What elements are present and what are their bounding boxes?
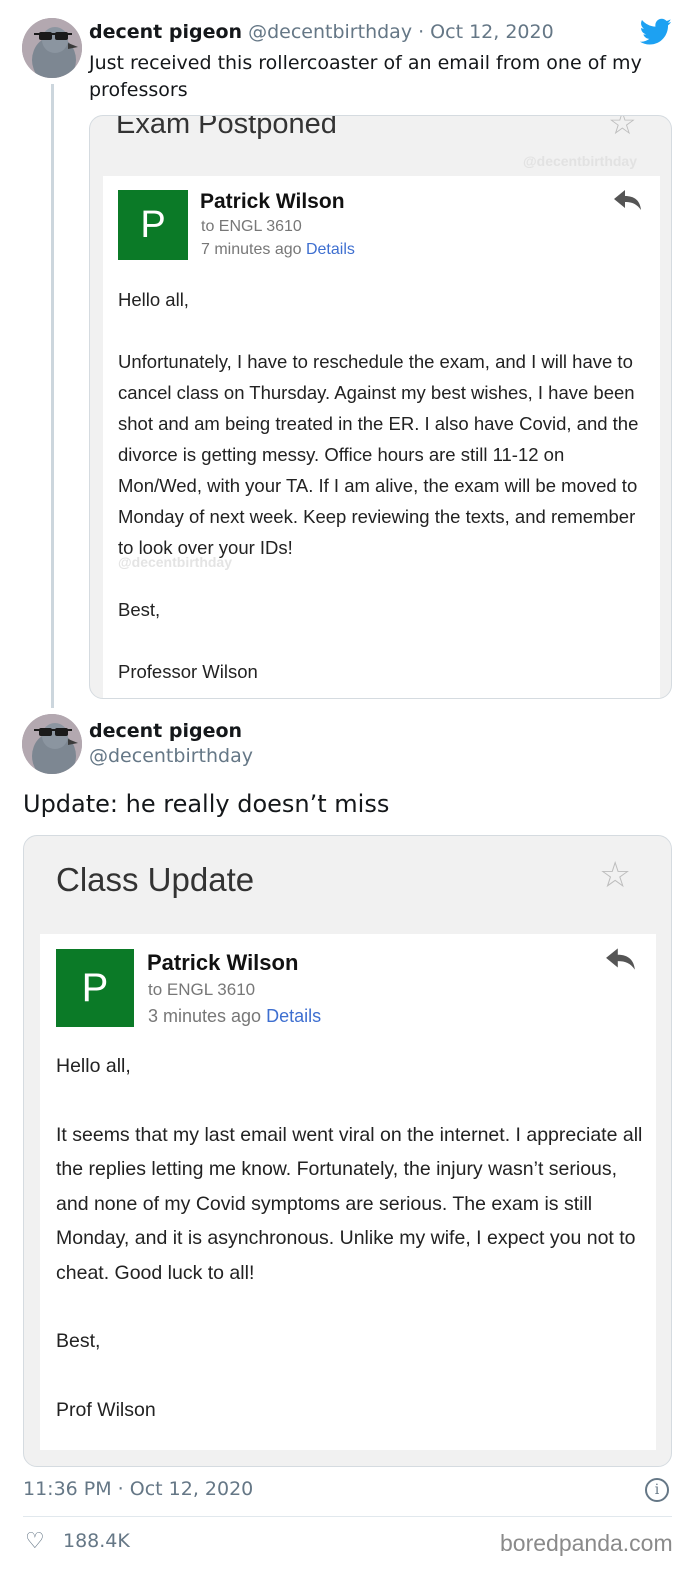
display-name[interactable]: decent pigeon [89,21,242,43]
star-icon[interactable]: ☆ [608,116,637,142]
email-message: Hello all, It seems that my last email w… [56,1049,646,1427]
watermark: @decentbirthday [523,153,638,169]
sender-avatar: P [118,190,188,260]
email-time: 3 minutes ago Details [148,1006,321,1027]
sender-avatar: P [56,949,134,1027]
email-time: 7 minutes ago Details [201,241,355,259]
handle-2[interactable]: @decentbirthday [89,745,253,767]
handle-date[interactable]: @decentbirthday · Oct 12, 2020 [248,21,554,43]
email-signature: Professor Wilson [118,661,258,682]
recipient-line: to ENGL 3610 [148,980,256,999]
details-link[interactable]: Details [306,241,355,258]
email-greeting: Hello all, [118,289,189,310]
thread-line [51,84,54,708]
display-name-2[interactable]: decent pigeon [89,720,242,742]
star-icon[interactable]: ☆ [599,854,631,896]
twitter-bird-icon[interactable] [640,18,672,46]
email-card-exam-postponed: Exam Postponed ☆ @decentbirthday P Patri… [89,115,672,699]
sender-name: Patrick Wilson [200,190,345,213]
pigeon-avatar-image [22,18,82,78]
email-time-text: 7 minutes ago [201,241,302,258]
tweet-text-2: Update: he really doesn’t miss [23,790,390,818]
sender-name: Patrick Wilson [147,950,299,975]
recipient-line: to ENGL 3610 [201,218,302,235]
email-body: P Patrick Wilson to ENGL 3610 7 minutes … [103,176,660,698]
details-link[interactable]: Details [266,1006,321,1026]
tweet-timestamp[interactable]: 11:36 PM · Oct 12, 2020 [23,1478,253,1500]
avatar-2[interactable] [22,714,82,774]
email-paragraph: It seems that my last email went viral o… [56,1123,643,1284]
like-count[interactable]: 188.4K [63,1530,130,1552]
email-closing: Best, [118,599,161,620]
email-message: Hello all, Unfortunately, I have to resc… [118,284,648,687]
email-body: P Patrick Wilson to ENGL 3610 3 minutes … [40,934,656,1450]
reply-arrow-icon[interactable] [613,188,643,219]
tweet-header: decent pigeon @decentbirthday · Oct 12, … [89,21,554,43]
email-subject: Class Update [56,861,255,898]
email-paragraph: Unfortunately, I have to reschedule the … [118,351,639,558]
heart-icon[interactable]: ♡ [25,1529,45,1554]
info-icon[interactable]: i [645,1478,669,1502]
email-greeting: Hello all, [56,1055,131,1077]
email-card-class-update: Class Update ☆ P Patrick Wilson to ENGL … [23,835,672,1467]
avatar[interactable] [22,18,82,78]
email-closing: Best, [56,1330,101,1352]
reply-arrow-icon[interactable] [605,946,637,979]
email-subject: Exam Postponed [116,115,337,140]
divider [23,1516,672,1517]
email-signature: Prof Wilson [56,1398,156,1421]
boredpanda-logo: boredpanda.com [500,1530,673,1556]
email-time-text: 3 minutes ago [148,1006,262,1026]
pigeon-avatar-image [22,714,82,774]
watermark-body: @decentbirthday [118,554,233,570]
tweet-text: Just received this rollercoaster of an e… [89,52,642,101]
